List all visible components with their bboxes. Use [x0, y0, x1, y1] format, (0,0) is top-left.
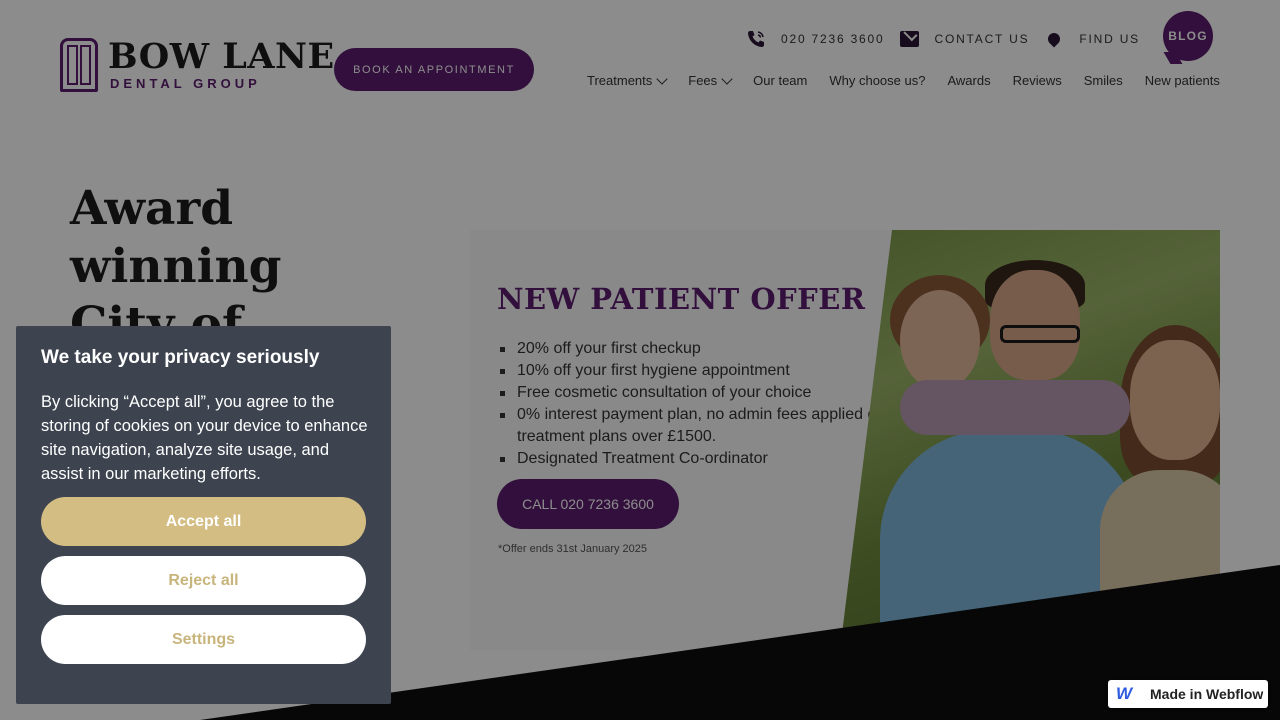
- accept-all-button[interactable]: Accept all: [41, 497, 366, 546]
- cookie-banner: We take your privacy seriously By clicki…: [16, 326, 391, 704]
- cookie-settings-button[interactable]: Settings: [41, 615, 366, 664]
- badge-label: Made in Webflow: [1150, 686, 1264, 702]
- webflow-icon: W: [1116, 684, 1132, 703]
- reject-all-button[interactable]: Reject all: [41, 556, 366, 605]
- made-in-webflow-badge[interactable]: W Made in Webflow: [1108, 680, 1268, 708]
- cookie-title: We take your privacy seriously: [41, 347, 320, 368]
- cookie-text: By clicking “Accept all”, you agree to t…: [41, 393, 368, 483]
